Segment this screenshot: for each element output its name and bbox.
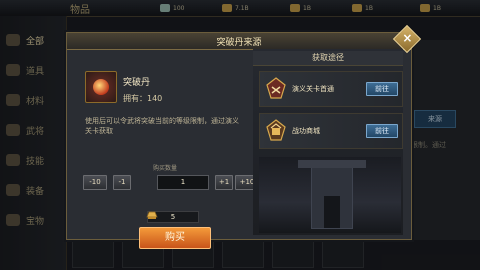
source-label: 战功商城: [292, 127, 320, 135]
goto-button[interactable]: 前往: [366, 124, 398, 138]
item-panel: 突破丹 拥有：140 使用后可以令武将突破当前的等级限制，通过演义关卡获取 购买…: [77, 53, 259, 249]
stage-icon: [266, 77, 286, 99]
gold-ingot-icon: [146, 211, 158, 219]
item-owned-count: 拥有：140: [123, 94, 163, 103]
buy-button[interactable]: 购买: [139, 227, 211, 249]
source-row-stage: 演义关卡首通 前往: [259, 71, 403, 107]
minus-10-button[interactable]: -10: [83, 175, 107, 190]
city-gate-illustration: [298, 160, 366, 229]
source-dialog: 突破丹来源 × 突破丹 拥有：140 使用后可以令武将突破当前的等级限制，通过演…: [66, 24, 422, 249]
source-scene-image: [259, 157, 401, 233]
quantity-input[interactable]: 1: [157, 175, 209, 190]
item-name: 突破丹: [123, 78, 151, 88]
item-description: 使用后可以令武将突破当前的等级限制，通过演义关卡获取: [85, 117, 239, 135]
dialog-header: 突破丹来源: [67, 33, 411, 50]
shop-icon: [266, 119, 286, 141]
breakthrough-pill-icon: [93, 79, 109, 95]
sources-panel: 获取途径 演义关卡首通 前往 战功商城 前往: [253, 49, 403, 235]
item-icon-frame: [85, 71, 117, 103]
source-row-shop: 战功商城 前往: [259, 113, 403, 149]
dialog-title: 突破丹来源: [216, 38, 262, 48]
source-label: 演义关卡首通: [292, 85, 334, 93]
quantity-label: 购买数量: [152, 165, 177, 172]
plus-1-button[interactable]: +1: [215, 175, 233, 190]
minus-1-button[interactable]: -1: [113, 175, 131, 190]
sources-header: 获取途径: [253, 51, 403, 66]
goto-button[interactable]: 前往: [366, 82, 398, 96]
close-icon: ×: [402, 31, 413, 46]
